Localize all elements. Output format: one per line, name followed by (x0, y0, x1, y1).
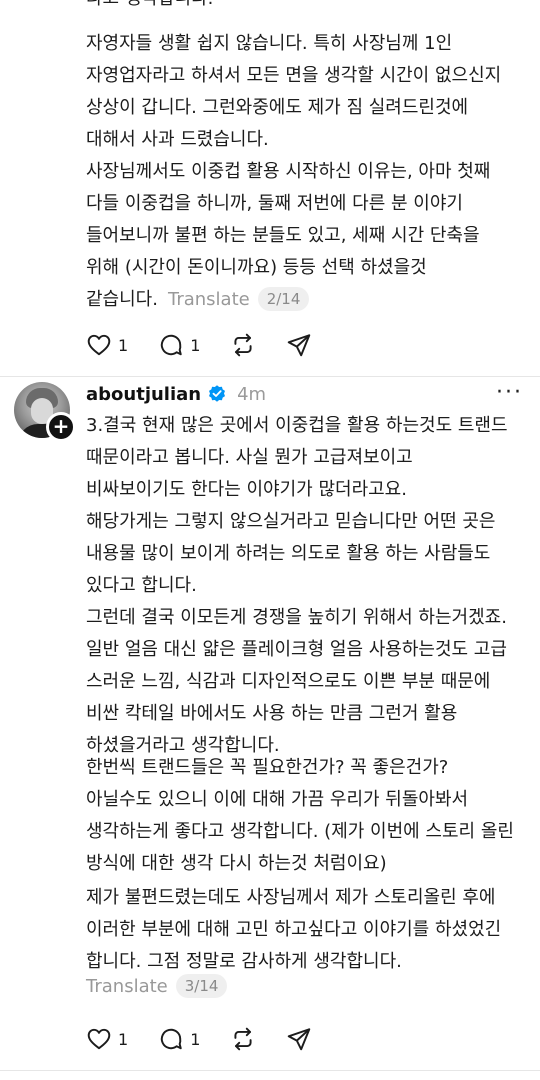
post-2-paragraph-1: 한번씩 트랜드들은 꼭 필요한건가? 꼭 좋은건가? 아닐수도 있으니 이에 대… (86, 757, 520, 874)
repost-button[interactable] (230, 1026, 256, 1052)
share-button[interactable] (286, 1026, 312, 1052)
like-count: 1 (118, 1029, 129, 1049)
comment-icon (161, 334, 182, 356)
repost-icon (234, 333, 252, 357)
post-1-paragraph-2-wrap: 사장님께서도 이중컵 활용 시작하신 이유는, 아마 첫째 다들 이중컵을 하니… (86, 156, 516, 316)
post-divider (0, 376, 540, 377)
post-2-paragraph-2: 제가 불편드렸는데도 사장님께서 제가 스토리올린 후에 이러한 부분에 대해 … (86, 887, 507, 972)
post-timestamp: 4m (237, 383, 267, 405)
translate-link[interactable]: Translate (168, 289, 250, 310)
like-count: 1 (118, 335, 129, 355)
heart-icon (87, 334, 111, 356)
like-button[interactable]: 1 (86, 1026, 128, 1052)
follow-plus-icon[interactable]: + (46, 412, 76, 442)
reply-count: 1 (190, 1029, 201, 1049)
send-icon (288, 334, 311, 357)
comment-icon (161, 1028, 182, 1050)
post-2-header: aboutjulian 4m (86, 379, 266, 409)
translate-link[interactable]: Translate (86, 976, 168, 997)
post-1-actions: 1 1 (86, 330, 342, 360)
reply-count: 1 (190, 335, 201, 355)
share-button[interactable] (286, 332, 312, 358)
repost-button[interactable] (230, 332, 256, 358)
post-divider (0, 1070, 540, 1071)
reply-button[interactable]: 1 (158, 332, 200, 358)
post-2-translate-row: Translate 3/14 (76, 974, 228, 998)
post-1-paragraph-1: 자영자들 생활 쉽지 않습니다. 특히 사장님께 1인 자영업자라고 하셔서 모… (86, 33, 507, 150)
reply-button[interactable]: 1 (158, 1026, 200, 1052)
verified-badge-icon (209, 385, 226, 402)
heart-icon (87, 1028, 111, 1050)
repost-icon (234, 1027, 252, 1051)
post-counter-badge: 2/14 (257, 287, 310, 311)
send-icon (288, 1028, 311, 1051)
post-2-paragraph-0: 3.결국 현재 많은 곳에서 이중컵을 활용 하는것도 트랜드 때문이라고 봅니… (86, 415, 508, 756)
post-2-actions: 1 1 (86, 1024, 342, 1054)
post-counter-badge: 3/14 (175, 974, 228, 998)
username[interactable]: aboutjulian (86, 384, 201, 405)
post-1-paragraph-0: 라고 생각합니다. (86, 0, 516, 15)
like-button[interactable]: 1 (86, 332, 128, 358)
more-options-button[interactable]: ··· (496, 380, 523, 405)
